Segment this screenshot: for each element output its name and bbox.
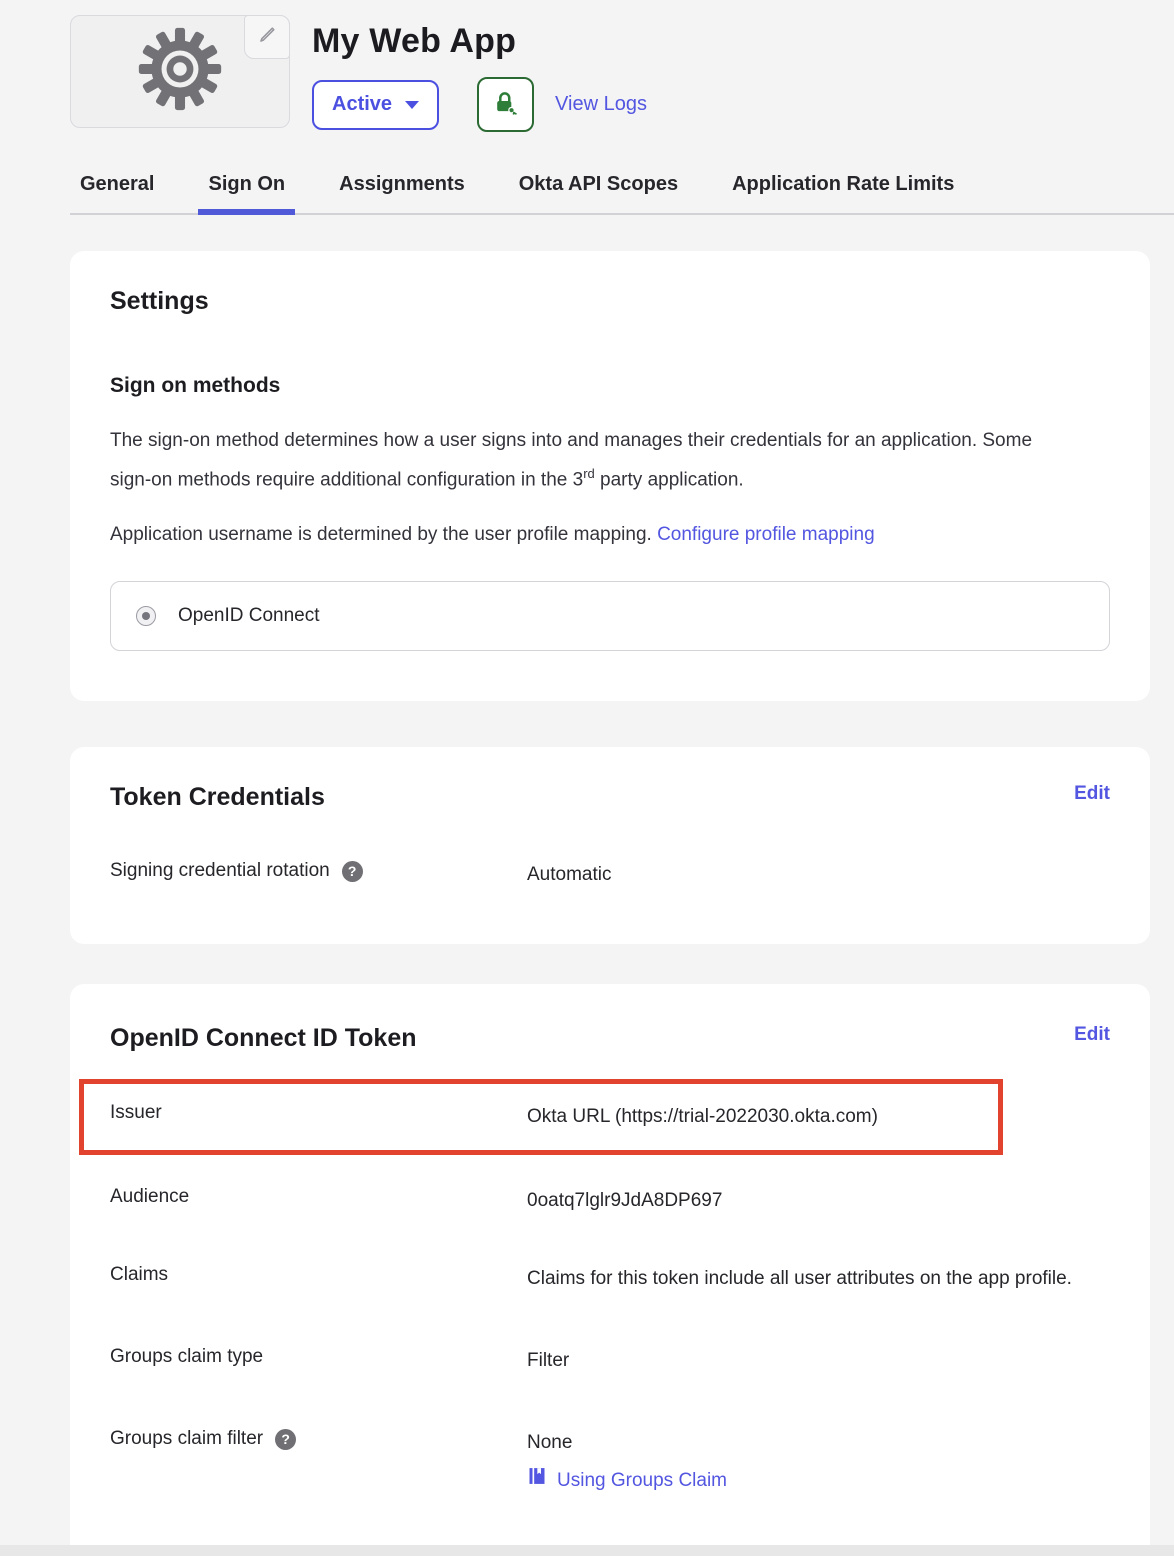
signing-credential-rotation-value: Automatic <box>527 856 611 894</box>
app-logo-box <box>70 15 290 128</box>
status-label: Active <box>332 93 392 116</box>
tab-okta-api-scopes[interactable]: Okta API Scopes <box>509 162 688 215</box>
page-title: My Web App <box>312 22 647 61</box>
radio-dot <box>142 612 150 620</box>
issuer-value: Okta URL (https://trial-2022030.okta.com… <box>527 1098 878 1136</box>
groups-claim-type-label: Groups claim type <box>110 1342 527 1372</box>
book-icon <box>527 1466 547 1496</box>
tab-sign-on[interactable]: Sign On <box>198 162 295 215</box>
claims-label: Claims <box>110 1260 527 1290</box>
openid-connect-label: OpenID Connect <box>178 605 320 627</box>
groups-claim-filter-label: Groups claim filter <box>110 1424 263 1454</box>
help-icon[interactable]: ? <box>342 861 363 882</box>
issuer-label: Issuer <box>110 1098 527 1128</box>
oidc-id-token-head: OpenID Connect ID Token Edit <box>110 1024 1110 1053</box>
using-groups-claim-link[interactable]: Using Groups Claim <box>527 1466 727 1496</box>
app-settings-page: My Web App Active Vi <box>0 0 1174 1556</box>
token-credentials-card: Token Credentials Edit Signing credentia… <box>70 747 1150 944</box>
claims-value: Claims for this token include all user a… <box>527 1260 1072 1298</box>
chevron-down-icon <box>405 101 419 109</box>
edit-logo-button[interactable] <box>244 15 290 59</box>
sign-on-methods-title: Sign on methods <box>110 374 1110 398</box>
settings-card: Settings Sign on methods The sign-on met… <box>70 251 1150 701</box>
status-dropdown-button[interactable]: Active <box>312 80 439 130</box>
view-logs-icon-button[interactable] <box>477 77 534 132</box>
oidc-id-token-card: OpenID Connect ID Token Edit Issuer Okta… <box>70 984 1150 1556</box>
app-header: My Web App Active Vi <box>0 0 1174 132</box>
using-groups-claim-label: Using Groups Claim <box>557 1466 727 1496</box>
tab-assignments[interactable]: Assignments <box>329 162 475 215</box>
sign-on-description-end: party application. <box>595 469 744 490</box>
oidc-id-token-title: OpenID Connect ID Token <box>110 1024 417 1053</box>
signing-credential-rotation-label: Signing credential rotation <box>110 856 330 886</box>
bottom-divider <box>0 1545 1174 1556</box>
groups-claim-filter-value: None <box>527 1424 727 1462</box>
token-credentials-title: Token Credentials <box>110 783 325 812</box>
gear-icon <box>138 27 222 116</box>
settings-card-title: Settings <box>110 287 1110 316</box>
username-mapping-sentence: Application username is determined by th… <box>110 524 657 545</box>
view-logs-link[interactable]: View Logs <box>555 93 647 116</box>
token-credentials-edit-link[interactable]: Edit <box>1074 783 1110 805</box>
ordinal-superscript: rd <box>583 466 595 481</box>
groups-claim-filter-value-wrap: None Using Groups Claim <box>527 1424 727 1496</box>
pencil-icon <box>256 24 278 51</box>
signing-credential-rotation-row: Signing credential rotation ? Automatic <box>110 856 1110 894</box>
help-icon[interactable]: ? <box>275 1429 296 1450</box>
claims-row: Claims Claims for this token include all… <box>110 1260 1110 1298</box>
header-actions: Active View Logs <box>312 77 647 132</box>
tab-application-rate-limits[interactable]: Application Rate Limits <box>722 162 964 215</box>
groups-claim-filter-row: Groups claim filter ? None Using Groups … <box>110 1424 1110 1496</box>
audience-row: Audience 0oatq7lglr9JdA8DP697 <box>110 1182 1110 1220</box>
openid-connect-radio[interactable] <box>136 606 156 626</box>
sign-on-description: The sign-on method determines how a user… <box>110 424 1060 496</box>
token-credentials-head: Token Credentials Edit <box>110 783 1110 812</box>
groups-claim-type-row: Groups claim type Filter <box>110 1342 1110 1380</box>
issuer-row: Issuer Okta URL (https://trial-2022030.o… <box>110 1098 998 1136</box>
groups-claim-type-value: Filter <box>527 1342 569 1380</box>
lock-key-icon <box>492 90 519 120</box>
sign-on-description-text: The sign-on method determines how a user… <box>110 430 1032 490</box>
configure-profile-mapping-link[interactable]: Configure profile mapping <box>657 524 875 545</box>
audience-label: Audience <box>110 1182 527 1212</box>
audience-value: 0oatq7lglr9JdA8DP697 <box>527 1182 722 1220</box>
tab-general[interactable]: General <box>70 162 164 215</box>
app-header-main: My Web App Active Vi <box>312 15 647 132</box>
row-label: Signing credential rotation ? <box>110 856 527 886</box>
app-tabs: General Sign On Assignments Okta API Sco… <box>70 162 1174 215</box>
sign-on-method-option: OpenID Connect <box>110 581 1110 651</box>
groups-claim-filter-label-wrap: Groups claim filter ? <box>110 1424 527 1454</box>
issuer-highlight-annotation: Issuer Okta URL (https://trial-2022030.o… <box>79 1079 1003 1155</box>
username-mapping-text: Application username is determined by th… <box>110 518 1060 551</box>
oidc-id-token-edit-link[interactable]: Edit <box>1074 1024 1110 1046</box>
